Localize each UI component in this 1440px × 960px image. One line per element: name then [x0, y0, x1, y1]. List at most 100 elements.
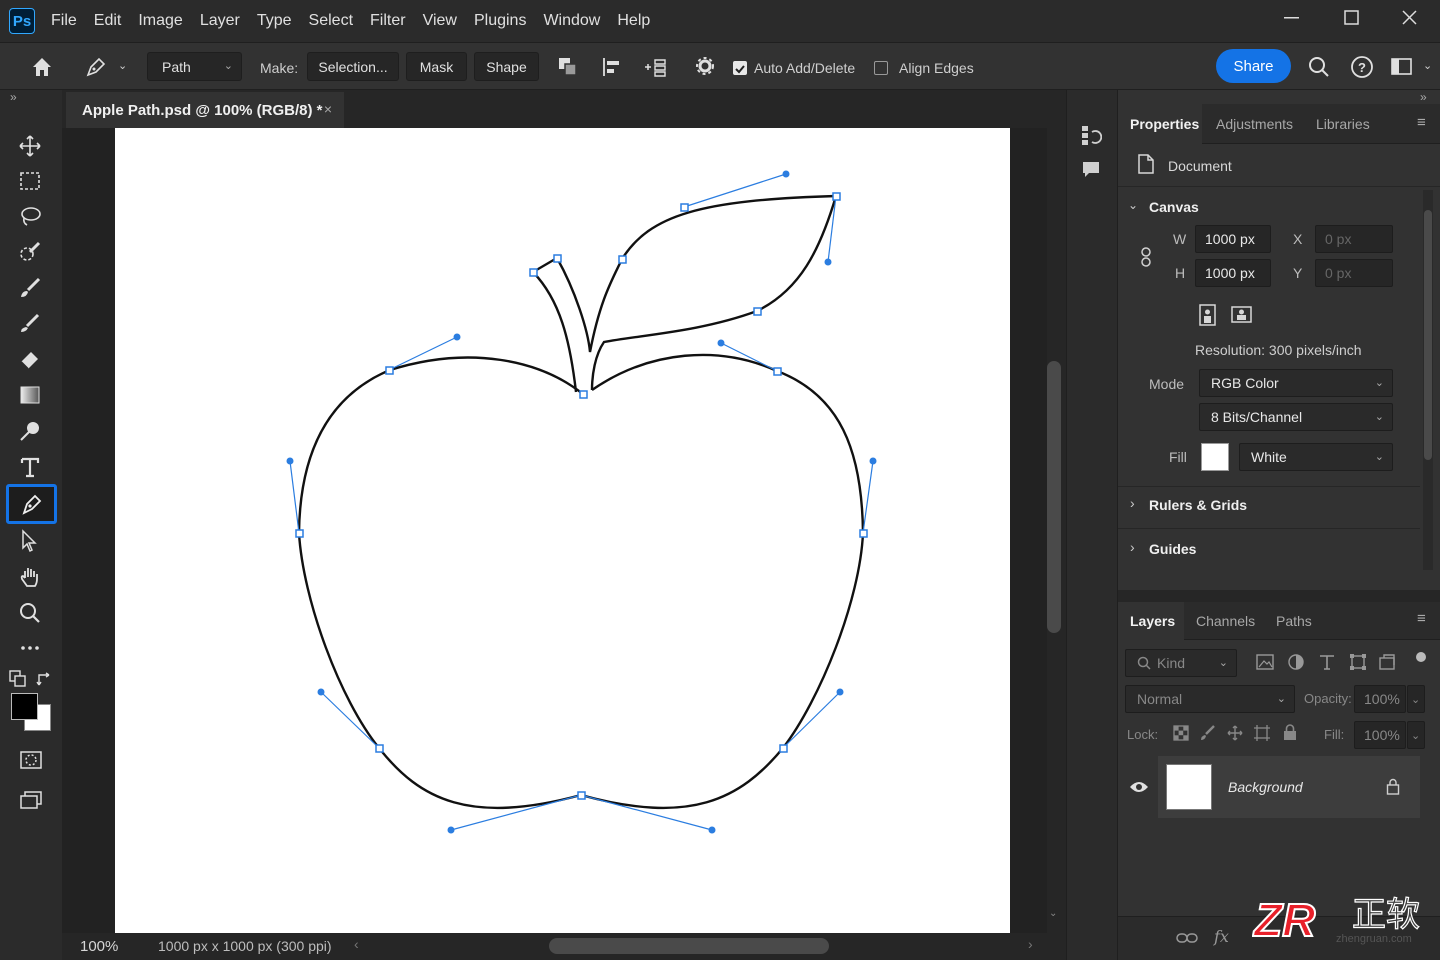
close-icon[interactable]	[1402, 10, 1418, 26]
portrait-orientation-icon[interactable]	[1199, 304, 1217, 326]
x-field[interactable]: 0 px	[1315, 225, 1393, 253]
layer-effects-icon[interactable]: fx	[1214, 927, 1229, 946]
marquee-tool[interactable]	[10, 166, 50, 196]
layer-lock-icon[interactable]	[1386, 778, 1400, 795]
menu-file[interactable]: File	[51, 12, 77, 30]
layer-name[interactable]: Background	[1228, 779, 1303, 795]
hand-tool[interactable]	[10, 562, 50, 592]
menu-select[interactable]: Select	[309, 12, 353, 30]
share-button[interactable]: Share	[1216, 49, 1291, 83]
workspace-icon[interactable]	[1391, 57, 1413, 77]
path-operations-icon[interactable]	[556, 55, 580, 79]
expand-panel-chevrons-icon[interactable]: »	[1420, 90, 1427, 104]
swap-colors-icon[interactable]	[36, 670, 54, 688]
scroll-right-icon[interactable]: ›	[1028, 936, 1033, 952]
align-edges-checkbox[interactable]	[874, 61, 888, 75]
default-colors-icon[interactable]	[9, 670, 27, 688]
brush-tool[interactable]	[10, 273, 50, 303]
chevron-right-icon[interactable]: ›	[1130, 539, 1135, 555]
opacity-chevron-icon[interactable]: ⌄	[1407, 685, 1425, 713]
quick-mask-icon[interactable]	[19, 750, 43, 770]
horizontal-scroll-thumb[interactable]	[549, 938, 829, 954]
screen-mode-icon[interactable]	[19, 790, 43, 810]
chevron-down-icon[interactable]: ⌄	[118, 59, 127, 72]
lock-all-icon[interactable]	[1283, 724, 1297, 741]
type-tool[interactable]	[10, 452, 50, 482]
menu-plugins[interactable]: Plugins	[474, 12, 526, 30]
fill-dropdown[interactable]: White ⌄	[1239, 443, 1393, 471]
clone-stamp-tool[interactable]	[10, 308, 50, 338]
menu-image[interactable]: Image	[138, 12, 182, 30]
make-selection-button[interactable]: Selection...	[307, 52, 399, 81]
visibility-eye-icon[interactable]	[1129, 780, 1149, 794]
link-layers-icon[interactable]	[1176, 931, 1198, 945]
properties-scroll-thumb[interactable]	[1424, 210, 1432, 460]
path-selection-tool[interactable]	[10, 526, 50, 556]
help-icon[interactable]: ?	[1350, 55, 1374, 79]
make-mask-button[interactable]: Mask	[406, 52, 467, 81]
y-field[interactable]: 0 px	[1315, 259, 1393, 287]
filter-shape-icon[interactable]	[1349, 653, 1367, 671]
more-tools[interactable]	[10, 633, 50, 663]
width-field[interactable]: 1000 px	[1195, 225, 1271, 253]
make-shape-button[interactable]: Shape	[474, 52, 539, 81]
canvas-section-title[interactable]: Canvas	[1149, 199, 1199, 215]
lock-artboard-icon[interactable]	[1254, 725, 1270, 741]
maximize-icon[interactable]	[1344, 10, 1360, 26]
tab-adjustments[interactable]: Adjustments	[1216, 116, 1293, 132]
layer-filter-kind-dropdown[interactable]: Kind ⌄	[1125, 649, 1237, 677]
properties-scrollbar[interactable]	[1423, 190, 1433, 570]
panel-menu-icon[interactable]: ≡	[1417, 610, 1426, 627]
move-tool[interactable]	[10, 131, 50, 161]
menu-window[interactable]: Window	[543, 12, 600, 30]
history-icon[interactable]	[1080, 124, 1102, 146]
pen-mode-select[interactable]: Path ⌄	[147, 52, 242, 81]
home-icon[interactable]	[30, 55, 54, 79]
pen-tool-preset-icon[interactable]	[84, 55, 110, 79]
menu-view[interactable]: View	[423, 12, 457, 30]
filter-smart-object-icon[interactable]	[1378, 653, 1396, 671]
path-arrangement-icon[interactable]	[643, 55, 669, 79]
pen-tool[interactable]	[6, 484, 57, 524]
color-mode-dropdown[interactable]: RGB Color ⌄	[1199, 369, 1393, 397]
bit-depth-dropdown[interactable]: 8 Bits/Channel ⌄	[1199, 403, 1393, 431]
auto-add-delete-checkbox[interactable]	[733, 61, 747, 75]
scroll-left-icon[interactable]: ‹	[354, 936, 359, 952]
document-tab[interactable]: Apple Path.psd @ 100% (RGB/8) * ×	[66, 92, 344, 128]
document-info[interactable]: 1000 px x 1000 px (300 ppi)	[158, 938, 332, 954]
chevron-down-icon[interactable]: ⌄	[1128, 198, 1138, 212]
filter-pixel-icon[interactable]	[1256, 653, 1274, 671]
guides-section[interactable]: Guides	[1149, 541, 1196, 557]
document-canvas[interactable]	[115, 128, 1010, 933]
chevron-right-icon[interactable]: ›	[1130, 495, 1135, 511]
filter-type-icon[interactable]	[1318, 653, 1336, 671]
eraser-tool[interactable]	[10, 344, 50, 374]
opacity-field[interactable]: 100%	[1354, 685, 1406, 713]
anchor-points[interactable]	[295, 192, 868, 800]
tab-layers[interactable]: Layers	[1130, 613, 1175, 629]
tab-paths[interactable]: Paths	[1276, 613, 1312, 629]
menu-layer[interactable]: Layer	[200, 12, 240, 30]
menu-filter[interactable]: Filter	[370, 12, 406, 30]
fill-opacity-field[interactable]: 100%	[1354, 721, 1406, 749]
path-alignment-icon[interactable]	[600, 55, 624, 79]
zoom-tool[interactable]	[10, 598, 50, 628]
quick-selection-tool[interactable]	[10, 237, 50, 267]
lasso-tool[interactable]	[10, 201, 50, 231]
menu-type[interactable]: Type	[257, 12, 292, 30]
menu-edit[interactable]: Edit	[94, 12, 122, 30]
search-icon[interactable]	[1307, 55, 1331, 79]
dodge-tool[interactable]	[10, 416, 50, 446]
link-dimensions-icon[interactable]	[1139, 246, 1153, 268]
menu-help[interactable]: Help	[617, 12, 650, 30]
vertical-scrollbar[interactable]: ⌄	[1047, 128, 1066, 933]
blend-mode-dropdown[interactable]: Normal ⌄	[1125, 685, 1295, 713]
foreground-color-swatch[interactable]	[11, 693, 38, 720]
minimize-icon[interactable]	[1284, 16, 1300, 20]
filter-adjustment-icon[interactable]	[1287, 653, 1305, 671]
panel-menu-icon[interactable]: ≡	[1417, 114, 1426, 131]
gear-icon[interactable]	[694, 55, 718, 79]
fill-color-swatch[interactable]	[1201, 443, 1229, 471]
expand-chevrons-icon[interactable]: »	[10, 90, 17, 104]
handle-points[interactable]	[286, 170, 877, 834]
